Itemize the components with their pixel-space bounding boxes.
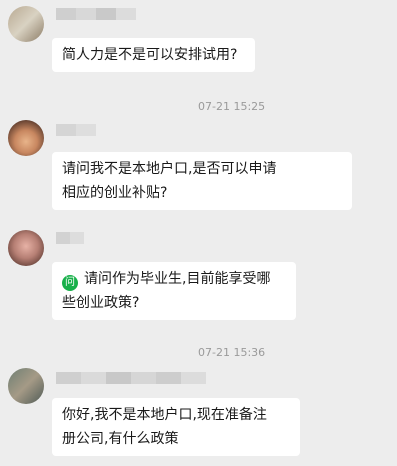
user-avatar[interactable] <box>8 120 44 156</box>
message-line: 册公司,有什么政策 <box>62 431 179 447</box>
message-text: 简人力是不是可以安排试用? <box>62 47 238 63</box>
username-blurred <box>56 8 136 20</box>
message-line: 你好,我不是本地户口,现在准备注 <box>62 407 267 423</box>
username-blurred <box>56 372 206 384</box>
timestamp: 07-21 15:25 <box>198 100 266 113</box>
message-line: 相应的创业补贴? <box>62 185 168 201</box>
message-bubble: 问请问作为毕业生,目前能享受哪 些创业政策? <box>52 262 296 320</box>
message-bubble: 简人力是不是可以安排试用? <box>52 38 255 72</box>
user-avatar[interactable] <box>8 6 44 42</box>
username-blurred <box>56 124 96 136</box>
message-bubble: 你好,我不是本地户口,现在准备注 册公司,有什么政策 <box>52 398 300 456</box>
message-line: 请问我不是本地户口,是否可以申请 <box>62 161 277 177</box>
chat-window: 简人力是不是可以安排试用? 07-21 15:25 请问我不是本地户口,是否可以… <box>0 0 397 466</box>
user-avatar[interactable] <box>8 230 44 266</box>
username-blurred <box>56 232 84 244</box>
question-icon: 问 <box>62 275 78 291</box>
user-avatar[interactable] <box>8 368 44 404</box>
message-line: 些创业政策? <box>62 295 140 311</box>
message-bubble: 请问我不是本地户口,是否可以申请 相应的创业补贴? <box>52 152 352 210</box>
message-line: 请问作为毕业生,目前能享受哪 <box>84 271 271 287</box>
timestamp: 07-21 15:36 <box>198 346 266 359</box>
